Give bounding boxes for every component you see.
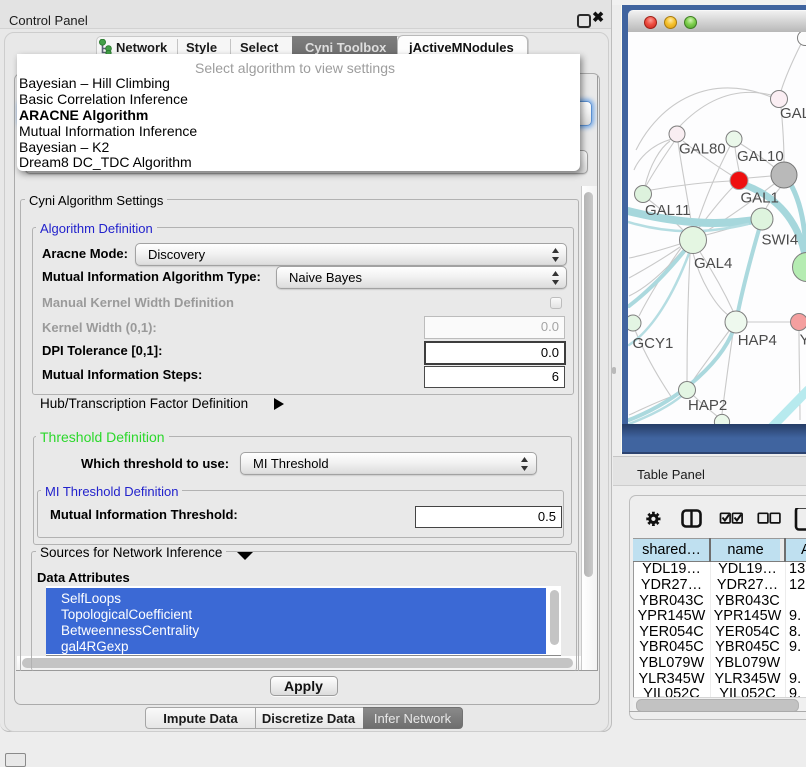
svg-text:GAL1: GAL1 [741, 190, 779, 207]
svg-text:GAL4: GAL4 [694, 255, 732, 272]
svg-text:HAP2: HAP2 [688, 397, 727, 414]
svg-text:GCY1: GCY1 [633, 335, 674, 352]
svg-text:GAL10: GAL10 [737, 148, 784, 165]
svg-text:YM: YM [800, 331, 806, 348]
svg-text:GAL80: GAL80 [679, 140, 726, 157]
svg-text:SWI4: SWI4 [762, 232, 799, 249]
svg-text:GAL11: GAL11 [645, 202, 691, 219]
svg-text:HAP4: HAP4 [738, 332, 777, 349]
svg-text:GAL2: GAL2 [780, 105, 806, 122]
